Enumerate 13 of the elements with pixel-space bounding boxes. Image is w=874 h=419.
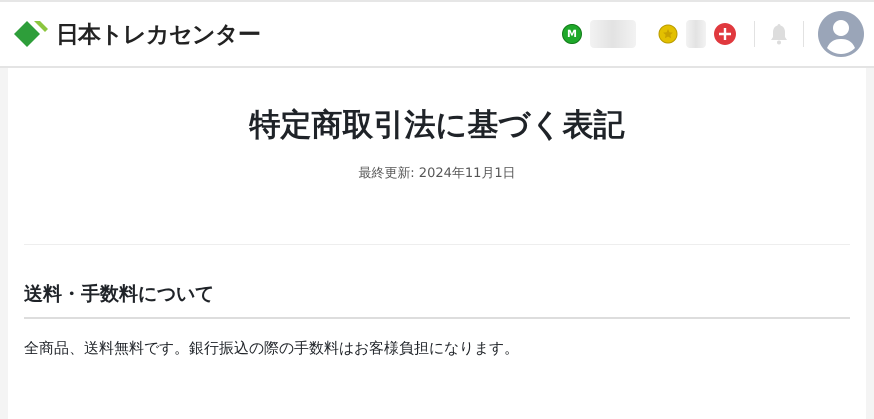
section-text: 全商品、送料無料です。銀行振込の際の手数料はお客様負担になります。 xyxy=(24,339,520,358)
page-title: 特定商取引法に基づく表記 xyxy=(248,106,626,145)
bell-icon[interactable] xyxy=(769,23,789,45)
logo-text[interactable]: 日本トレカセンター xyxy=(56,18,260,50)
add-icon[interactable] xyxy=(714,23,736,45)
last-updated: 最終更新: 2024年11月1日 xyxy=(357,165,517,182)
points-badge: M xyxy=(562,24,582,44)
logo-icon xyxy=(12,19,50,49)
blurred-balance xyxy=(590,20,636,48)
star-coin-icon xyxy=(658,24,678,44)
avatar-icon[interactable] xyxy=(818,11,864,57)
blurred-balance xyxy=(686,20,706,48)
section-heading: 送料・手数料について xyxy=(24,281,850,319)
